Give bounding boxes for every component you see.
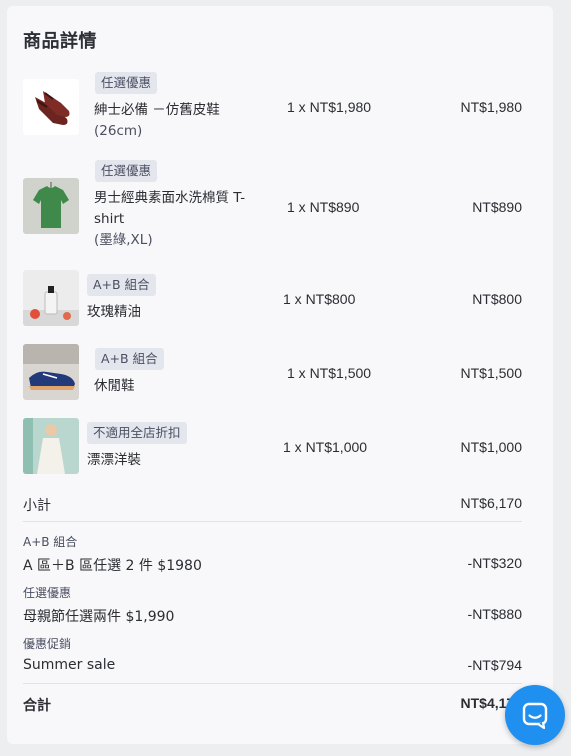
line-total: NT$1,000 xyxy=(460,439,522,455)
discount-value: -NT$794 xyxy=(467,657,522,673)
discount-row: 母親節任選兩件 $1,990 -NT$880 xyxy=(23,606,522,626)
product-name[interactable]: 玫瑰精油 xyxy=(87,302,253,323)
leather-shoe-photo-icon xyxy=(23,79,79,135)
green-tshirt-photo-icon xyxy=(23,178,79,234)
subtotal-value: NT$6,170 xyxy=(460,495,522,511)
product-name[interactable]: 休閒鞋 xyxy=(94,376,260,397)
line-total: NT$800 xyxy=(472,291,522,307)
product-variant: (26cm) xyxy=(94,123,143,139)
quantity-price: 1 x NT$890 xyxy=(287,199,360,215)
chat-bubble-icon xyxy=(522,702,548,730)
discount-name: Summer sale xyxy=(23,657,116,673)
product-title: 男士經典素面水洗棉質 T-shirt xyxy=(94,190,246,227)
leather-shoe-thumbnail[interactable] xyxy=(23,79,79,135)
discount-category: 任選優惠 xyxy=(23,586,72,600)
line-item: A+B 組合 休閒鞋 1 x NT$1,500 NT$1,500 xyxy=(23,344,522,404)
product-title: 玫瑰精油 xyxy=(87,304,141,320)
chat-button[interactable] xyxy=(505,685,565,745)
product-title: 休閒鞋 xyxy=(94,378,135,394)
white-dress-thumbnail[interactable] xyxy=(23,418,79,474)
quantity-price: 1 x NT$800 xyxy=(283,291,356,307)
promo-tag: A+B 組合 xyxy=(87,274,156,296)
total-row: 合計 NT$4,176 xyxy=(23,695,522,715)
product-variant: (墨綠,XL) xyxy=(94,232,153,248)
line-item: A+B 組合 玫瑰精油 1 x NT$800 NT$800 xyxy=(23,270,522,330)
sneaker-photo-icon xyxy=(23,344,79,400)
quantity-price: 1 x NT$1,000 xyxy=(283,439,368,455)
rose-oil-photo-icon xyxy=(23,270,79,326)
line-item: 不適用全店折扣 漂漂洋裝 1 x NT$1,000 NT$1,000 xyxy=(23,418,522,478)
promo-tag: 不適用全店折扣 xyxy=(87,422,187,444)
product-title: 漂漂洋裝 xyxy=(87,452,141,468)
discount-category: A+B 組合 xyxy=(23,535,78,549)
line-item: 任選優惠 男士經典素面水洗棉質 T-shirt (墨綠,XL) 1 x NT$8… xyxy=(23,160,522,248)
promo-tag: 任選優惠 xyxy=(95,160,158,182)
quantity-price: 1 x NT$1,500 xyxy=(287,365,372,381)
line-total: NT$1,980 xyxy=(460,99,522,115)
product-name[interactable]: 漂漂洋裝 xyxy=(87,450,253,471)
quantity-price: 1 x NT$1,980 xyxy=(287,99,372,115)
green-tshirt-thumbnail[interactable] xyxy=(23,178,79,234)
rose-oil-thumbnail[interactable] xyxy=(23,270,79,326)
subtotal-label: 小計 xyxy=(23,498,51,514)
discount-name: 母親節任選兩件 $1,990 xyxy=(23,609,175,625)
line-total: NT$1,500 xyxy=(460,365,522,381)
discount-name: A 區＋B 區任選 2 件 $1980 xyxy=(23,558,202,574)
discount-value: -NT$320 xyxy=(467,555,522,571)
line-total: NT$890 xyxy=(472,199,522,215)
subtotal-row: 小計 NT$6,170 xyxy=(23,495,522,515)
promo-tag: 任選優惠 xyxy=(95,72,158,94)
section-title: 商品詳情 xyxy=(23,31,97,52)
white-dress-photo-icon xyxy=(23,418,79,474)
product-title: 紳士必備 －仿舊皮鞋 xyxy=(94,102,220,118)
product-name[interactable]: 紳士必備 －仿舊皮鞋 (26cm) xyxy=(94,100,260,142)
divider xyxy=(23,521,522,522)
product-name[interactable]: 男士經典素面水洗棉質 T-shirt (墨綠,XL) xyxy=(94,188,260,251)
promo-tag: A+B 組合 xyxy=(95,348,164,370)
sneaker-thumbnail[interactable] xyxy=(23,344,79,400)
total-label: 合計 xyxy=(23,698,51,714)
discount-row: A 區＋B 區任選 2 件 $1980 -NT$320 xyxy=(23,555,522,575)
divider xyxy=(23,683,522,684)
discount-value: -NT$880 xyxy=(467,606,522,622)
discount-row: Summer sale -NT$794 xyxy=(23,657,522,677)
line-item: 任選優惠 紳士必備 －仿舊皮鞋 (26cm) 1 x NT$1,980 NT$1… xyxy=(23,72,522,139)
discount-category: 優惠促銷 xyxy=(23,637,72,651)
